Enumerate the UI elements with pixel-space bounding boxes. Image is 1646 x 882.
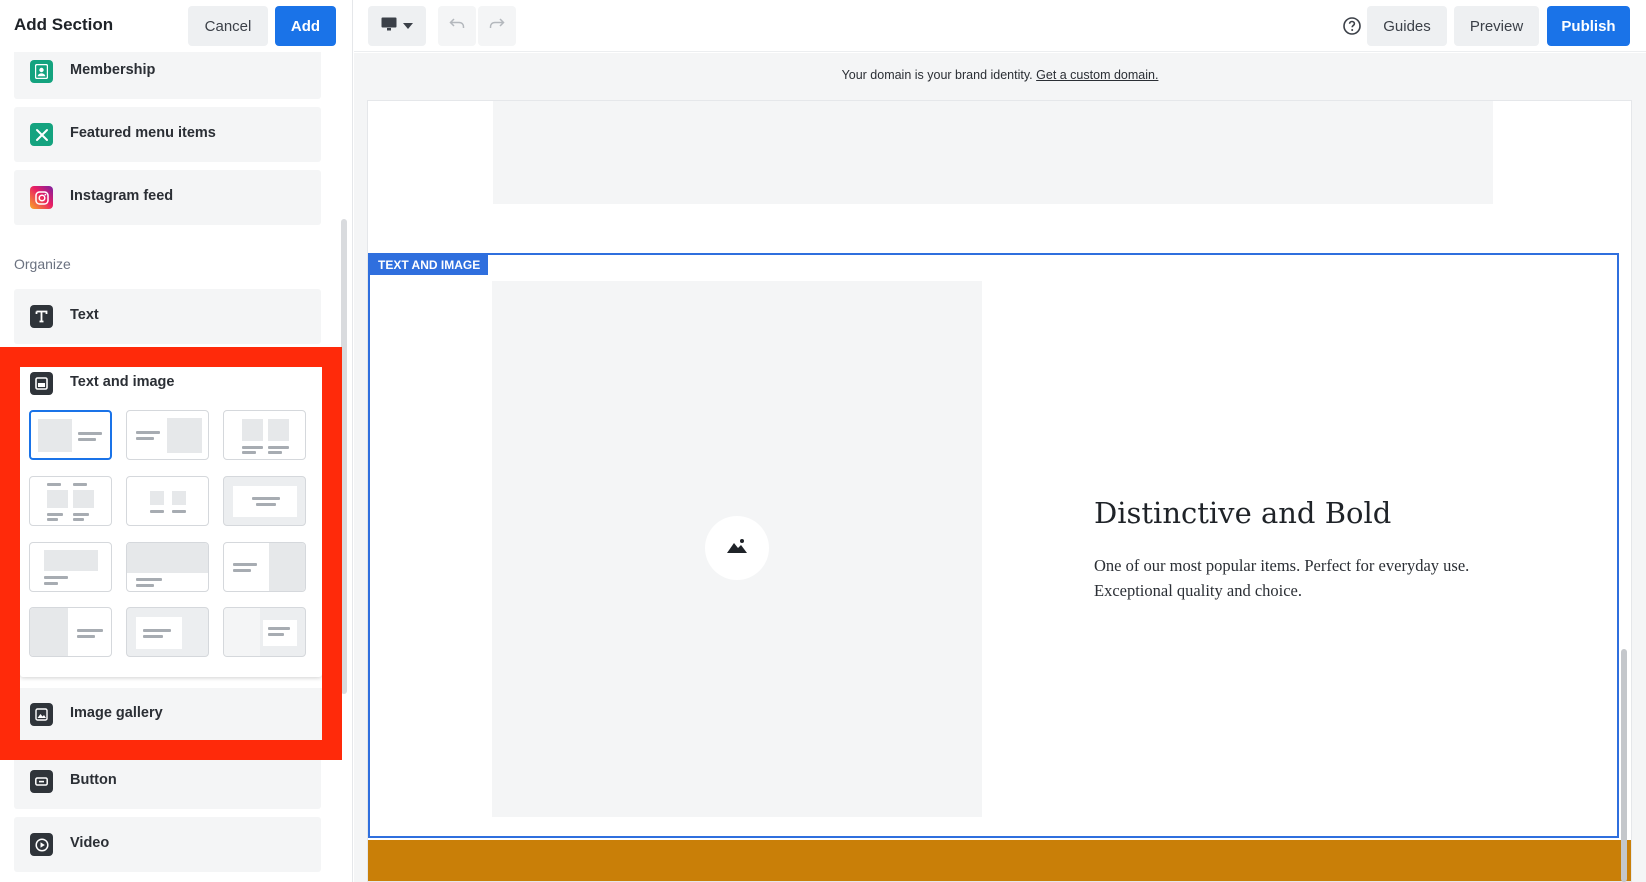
text-and-image-section[interactable]: TEXT AND IMAGE Distinctive and Bold One …	[368, 253, 1619, 838]
editor-toolbar: Guides Preview Publish	[354, 0, 1646, 52]
image-upload-button[interactable]	[705, 516, 769, 580]
section-item-label: Instagram feed	[70, 188, 174, 204]
custom-domain-link[interactable]: Get a custom domain.	[1036, 68, 1158, 82]
redo-button[interactable]	[478, 6, 516, 46]
previous-section-placeholder	[493, 101, 1493, 204]
section-body-text[interactable]: One of our most popular items. Perfect f…	[1094, 553, 1484, 603]
section-tag: TEXT AND IMAGE	[370, 255, 489, 275]
add-section-panel: Add Section Cancel Add Membership Featur…	[0, 0, 353, 882]
canvas-scrollbar[interactable]	[1621, 649, 1627, 882]
domain-banner: Your domain is your brand identity. Get …	[354, 68, 1646, 82]
section-item-button[interactable]: Button	[14, 754, 321, 809]
section-item-video[interactable]: Video	[14, 817, 321, 872]
section-item-label: Text	[70, 307, 99, 323]
add-button[interactable]: Add	[275, 6, 336, 46]
organize-heading: Organize	[14, 256, 71, 272]
preview-button[interactable]: Preview	[1454, 6, 1539, 46]
domain-banner-text: Your domain is your brand identity.	[841, 68, 1033, 82]
site-preview: TEXT AND IMAGE Distinctive and Bold One …	[367, 100, 1632, 882]
publish-button[interactable]: Publish	[1547, 6, 1630, 46]
desktop-icon	[381, 17, 397, 36]
section-item-label: Video	[70, 835, 110, 851]
cancel-button[interactable]: Cancel	[188, 6, 268, 46]
guides-button[interactable]: Guides	[1367, 6, 1447, 46]
highlight-annotation	[0, 347, 342, 760]
instagram-icon	[30, 186, 53, 209]
panel-title: Add Section	[14, 15, 114, 34]
image-icon	[726, 538, 748, 559]
section-item-label: Button	[70, 772, 117, 788]
membership-icon	[30, 60, 53, 83]
button-icon	[30, 770, 53, 793]
chevron-down-icon	[403, 17, 413, 35]
undo-button[interactable]	[438, 6, 476, 46]
panel-header: Add Section Cancel Add	[0, 0, 352, 52]
section-item-text[interactable]: Text	[14, 289, 321, 344]
next-section-band	[368, 840, 1631, 881]
section-item-label: Featured menu items	[70, 125, 216, 141]
text-icon	[30, 305, 53, 328]
video-icon	[30, 833, 53, 856]
redo-icon	[489, 17, 505, 35]
section-item-instagram-feed[interactable]: Instagram feed	[14, 170, 321, 225]
section-heading[interactable]: Distinctive and Bold	[1094, 496, 1391, 530]
device-selector[interactable]	[368, 6, 426, 46]
help-icon[interactable]	[1342, 16, 1362, 36]
section-item-featured-menu[interactable]: Featured menu items	[14, 107, 321, 162]
image-placeholder[interactable]	[492, 281, 982, 817]
section-item-membership[interactable]: Membership	[14, 44, 321, 99]
featured-menu-icon	[30, 123, 53, 146]
undo-icon	[449, 17, 465, 35]
section-item-label: Membership	[70, 62, 156, 78]
